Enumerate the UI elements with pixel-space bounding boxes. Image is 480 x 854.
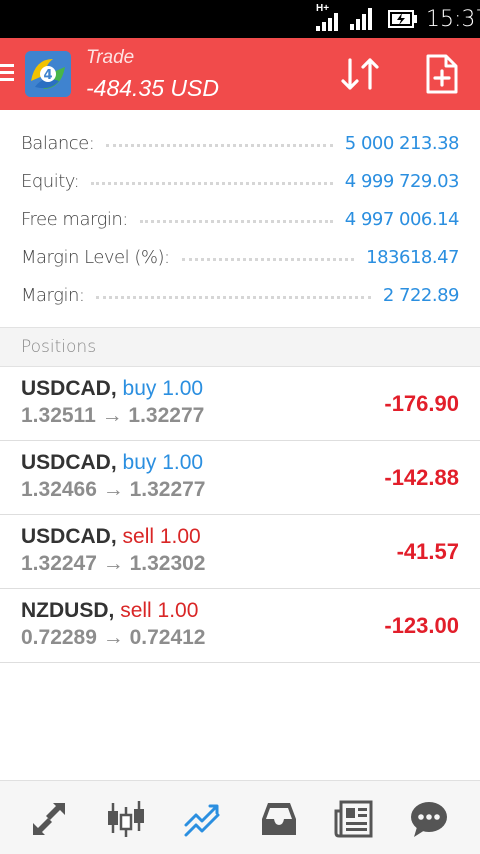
battery-charging-icon bbox=[388, 10, 417, 28]
position-profit: -123.00 bbox=[384, 613, 459, 638]
position-row[interactable]: USDCAD, sell 1.00 1.32247 → 1.32302 -41.… bbox=[0, 515, 480, 589]
summary-value: 4 999 729.03 bbox=[344, 170, 460, 192]
position-row[interactable]: USDCAD, buy 1.00 1.32466 → 1.32277 -142.… bbox=[0, 441, 480, 515]
candlestick-icon[interactable] bbox=[106, 799, 146, 839]
menu-icon[interactable] bbox=[0, 64, 16, 84]
summary-label: Free margin: bbox=[21, 208, 128, 230]
summary-value: 5 000 213.38 bbox=[344, 132, 460, 154]
position-prices: 1.32511 → 1.32277 bbox=[21, 404, 205, 427]
position-profit: -176.90 bbox=[384, 391, 459, 416]
status-bar: H+ 15:37 bbox=[0, 0, 480, 38]
position-prices: 1.32247 → 1.32302 bbox=[21, 552, 206, 575]
app-toolbar: 4 Trade -484.35 USD bbox=[0, 38, 480, 110]
position-profit: -41.57 bbox=[396, 539, 459, 564]
sort-arrows-icon[interactable] bbox=[340, 56, 384, 92]
summary-row-balance: Balance: 5 000 213.38 bbox=[0, 124, 480, 162]
summary-row-free-margin: Free margin: 4 997 006.14 bbox=[0, 200, 480, 238]
summary-value: 4 997 006.14 bbox=[344, 208, 460, 230]
position-side: buy 1.00 bbox=[122, 451, 204, 474]
leader-dots bbox=[139, 219, 333, 223]
summary-row-margin-level: Margin Level (%): 183618.47 bbox=[0, 238, 480, 276]
trend-lines-icon[interactable] bbox=[183, 799, 223, 839]
position-side: buy 1.00 bbox=[122, 377, 204, 400]
summary-label: Margin Level (%): bbox=[21, 246, 170, 268]
account-profit: -484.35 USD bbox=[86, 75, 219, 101]
position-profit: -142.88 bbox=[384, 465, 459, 490]
positions-section-header: Positions bbox=[0, 327, 480, 367]
summary-label: Margin: bbox=[21, 284, 85, 306]
positions-list: USDCAD, buy 1.00 1.32511 → 1.32277 -176.… bbox=[0, 367, 480, 663]
svg-text:4: 4 bbox=[43, 68, 52, 83]
clock: 15:37 bbox=[426, 7, 480, 32]
mobile-signal-icon bbox=[316, 13, 338, 31]
position-title: USDCAD, buy 1.00 bbox=[21, 377, 203, 401]
metatrader-logo-icon[interactable]: 4 bbox=[25, 51, 71, 97]
newspaper-icon[interactable] bbox=[334, 799, 374, 839]
position-symbol: USDCAD, bbox=[21, 451, 117, 474]
position-title: USDCAD, buy 1.00 bbox=[21, 451, 203, 475]
arrows-diagonal-icon[interactable] bbox=[29, 799, 69, 839]
position-symbol: NZDUSD, bbox=[21, 599, 115, 622]
position-symbol: USDCAD, bbox=[21, 525, 117, 548]
positions-title: Positions bbox=[21, 337, 97, 357]
account-summary: Balance: 5 000 213.38 Equity: 4 999 729.… bbox=[0, 124, 480, 314]
summary-row-margin: Margin: 2 722.89 bbox=[0, 276, 480, 314]
toolbar-title: Trade bbox=[86, 47, 135, 68]
leader-dots bbox=[181, 257, 355, 261]
position-title: NZDUSD, sell 1.00 bbox=[21, 599, 198, 623]
position-row[interactable]: USDCAD, buy 1.00 1.32511 → 1.32277 -176.… bbox=[0, 367, 480, 441]
leader-dots bbox=[106, 143, 333, 147]
summary-label: Equity: bbox=[21, 170, 80, 192]
position-row[interactable]: NZDUSD, sell 1.00 0.72289 → 0.72412 -123… bbox=[0, 589, 480, 663]
position-symbol: USDCAD, bbox=[21, 377, 117, 400]
bottom-navigation bbox=[0, 780, 480, 854]
position-title: USDCAD, sell 1.00 bbox=[21, 525, 201, 549]
signal-strength-icon bbox=[350, 8, 372, 30]
position-side: sell 1.00 bbox=[120, 599, 199, 622]
position-side: sell 1.00 bbox=[122, 525, 201, 548]
summary-label: Balance: bbox=[21, 132, 95, 154]
chat-bubble-icon[interactable] bbox=[409, 799, 449, 839]
new-order-icon[interactable] bbox=[424, 54, 460, 94]
leader-dots bbox=[96, 295, 371, 299]
position-prices: 1.32466 → 1.32277 bbox=[21, 478, 206, 501]
summary-row-equity: Equity: 4 999 729.03 bbox=[0, 162, 480, 200]
inbox-icon[interactable] bbox=[259, 799, 299, 839]
leader-dots bbox=[91, 181, 333, 185]
summary-value: 2 722.89 bbox=[382, 284, 460, 306]
summary-value: 183618.47 bbox=[366, 246, 459, 268]
position-prices: 0.72289 → 0.72412 bbox=[21, 626, 206, 649]
